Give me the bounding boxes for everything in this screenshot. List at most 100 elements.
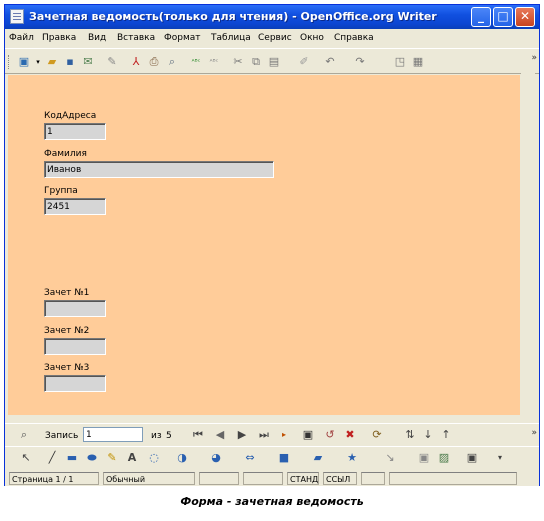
callout-icon[interactable]: ◌ <box>147 451 161 465</box>
application-window: Зачетная ведомость(только для чтения) - … <box>4 4 540 486</box>
save-icon[interactable]: ▪ <box>63 55 77 69</box>
field-label-credit-2: Зачет №2 <box>44 326 90 336</box>
autospell-icon[interactable]: ᴬᴮᶜ <box>207 55 221 69</box>
select-icon[interactable]: ↖ <box>19 451 33 465</box>
page-preview-icon[interactable]: ⌕ <box>165 55 179 69</box>
paste-icon[interactable]: ▤ <box>267 55 281 69</box>
extrusion-icon[interactable]: ▣ <box>465 451 479 465</box>
copy-icon[interactable]: ⧉ <box>249 55 263 69</box>
total-records: 5 <box>166 431 172 441</box>
standard-toolbar: ▣ ▾ ▰ ▪ ✉ ✎ ⅄ ⎙ ⌕ ᴬᴮᶜ ᴬᴮᶜ ✂ ⧉ ▤ ✐ ↶ ↷ ◳ … <box>5 48 539 74</box>
new-document-icon[interactable]: ▣ <box>17 55 31 69</box>
from-file-icon[interactable]: ▨ <box>437 451 451 465</box>
basic-shapes-icon[interactable]: ◑ <box>175 451 189 465</box>
first-record-icon[interactable]: ⏮ <box>191 428 205 442</box>
field-label-group: Группа <box>44 186 78 196</box>
navigator-icon[interactable]: ◳ <box>393 55 407 69</box>
format-paintbrush-icon[interactable]: ✐ <box>297 55 311 69</box>
menu-file[interactable]: Файл <box>9 33 34 43</box>
line-icon[interactable]: ╱ <box>45 451 59 465</box>
menu-table[interactable]: Таблица <box>211 33 251 43</box>
status-zoom <box>199 472 239 485</box>
window-title: Зачетная ведомость(только для чтения) - … <box>29 10 437 23</box>
next-record-icon[interactable]: ▶ <box>235 428 249 442</box>
menu-edit[interactable]: Правка <box>42 33 76 43</box>
status-insert-mode[interactable]: СТАНД <box>287 472 319 485</box>
credit-2-field[interactable] <box>44 338 106 355</box>
record-number-input[interactable]: 1 <box>83 427 143 442</box>
credit-3-field[interactable] <box>44 375 106 392</box>
symbol-shapes-icon[interactable]: ◕ <box>209 451 223 465</box>
menu-format[interactable]: Формат <box>164 33 201 43</box>
menu-bar: Файл Правка Вид Вставка Формат Таблица С… <box>5 29 539 47</box>
drawing-toolbar: ↖ ╱ ▬ ⬬ ✎ A ◌ ◑ ◕ ⇔ ■ ▰ ★ ↘ ▣ ▨ ▣ ▾ <box>5 446 539 469</box>
flowchart-icon[interactable]: ■ <box>277 451 291 465</box>
last-record-icon[interactable]: ⏭ <box>257 428 271 442</box>
text-icon[interactable]: A <box>125 451 139 465</box>
refresh-icon[interactable]: ⟳ <box>370 428 384 442</box>
field-label-credit-1: Зачет №1 <box>44 288 90 298</box>
edit-file-icon[interactable]: ✎ <box>105 55 119 69</box>
open-icon[interactable]: ▰ <box>45 55 59 69</box>
figure-caption: Форма - зачетная ведомость <box>180 495 364 508</box>
callouts-icon[interactable]: ▰ <box>311 451 325 465</box>
stars-icon[interactable]: ★ <box>345 451 359 465</box>
maximize-icon: □ <box>497 9 509 23</box>
vertical-scrollbar[interactable] <box>521 63 535 418</box>
drawbar-more-icon[interactable]: ▾ <box>493 451 507 465</box>
group-field[interactable]: 2451 <box>44 198 106 215</box>
ellipse-icon[interactable]: ⬬ <box>85 451 99 465</box>
maximize-button[interactable]: □ <box>493 7 513 27</box>
rectangle-icon[interactable]: ▬ <box>65 451 79 465</box>
find-record-icon[interactable]: ⌕ <box>17 428 31 442</box>
navbar-more-icon[interactable]: » <box>531 428 537 438</box>
save-record-icon[interactable]: ▣ <box>301 428 315 442</box>
status-selection-mode[interactable]: ССЫЛ <box>323 472 357 485</box>
table-icon[interactable]: ▦ <box>411 55 425 69</box>
menu-window[interactable]: Окно <box>300 33 324 43</box>
close-button[interactable]: ✕ <box>515 7 535 27</box>
title-bar[interactable]: Зачетная ведомость(только для чтения) - … <box>5 5 539 29</box>
status-page: Страница 1 / 1 <box>9 472 99 485</box>
undo-record-icon[interactable]: ↺ <box>323 428 337 442</box>
undo-icon[interactable]: ↶ <box>323 55 337 69</box>
menu-tools[interactable]: Сервис <box>258 33 292 43</box>
menu-view[interactable]: Вид <box>88 33 106 43</box>
address-code-field[interactable]: 1 <box>44 123 106 140</box>
record-label: Запись <box>45 431 79 441</box>
credit-1-field[interactable] <box>44 300 106 317</box>
freeform-icon[interactable]: ✎ <box>105 451 119 465</box>
minimize-button[interactable]: _ <box>471 7 491 27</box>
minimize-icon: _ <box>478 9 484 23</box>
redo-icon[interactable]: ↷ <box>353 55 367 69</box>
cut-icon[interactable]: ✂ <box>231 55 245 69</box>
sort-descending-icon[interactable]: ↑ <box>439 428 453 442</box>
print-icon[interactable]: ⎙ <box>147 55 161 69</box>
toolbar-grip[interactable] <box>8 55 12 69</box>
toolbar-more-icon[interactable]: » <box>531 53 537 63</box>
sort-ascending-icon[interactable]: ↓ <box>421 428 435 442</box>
dropdown-arrow-icon[interactable]: ▾ <box>31 55 45 69</box>
of-label: из <box>151 431 162 441</box>
menu-help[interactable]: Справка <box>334 33 374 43</box>
status-info <box>389 472 517 485</box>
previous-record-icon[interactable]: ◀ <box>213 428 227 442</box>
sort-icon[interactable]: ⇅ <box>403 428 417 442</box>
menu-insert[interactable]: Вставка <box>117 33 155 43</box>
document-icon <box>10 9 24 24</box>
block-arrows-icon[interactable]: ⇔ <box>243 451 257 465</box>
status-modified <box>361 472 385 485</box>
email-icon[interactable]: ✉ <box>81 55 95 69</box>
delete-record-icon[interactable]: ✖ <box>343 428 357 442</box>
close-icon: ✕ <box>519 9 531 23</box>
field-label-address-code: КодАдреса <box>44 111 97 121</box>
field-label-surname: Фамилия <box>44 149 87 159</box>
surname-field[interactable]: Иванов <box>44 161 274 178</box>
status-language <box>243 472 283 485</box>
points-icon[interactable]: ↘ <box>383 451 397 465</box>
fontwork-icon[interactable]: ▣ <box>417 451 431 465</box>
new-record-icon[interactable]: ▸ <box>277 428 291 442</box>
export-pdf-icon[interactable]: ⅄ <box>129 55 143 69</box>
spellcheck-icon[interactable]: ᴬᴮᶜ <box>189 55 203 69</box>
status-page-style[interactable]: Обычный <box>103 472 195 485</box>
